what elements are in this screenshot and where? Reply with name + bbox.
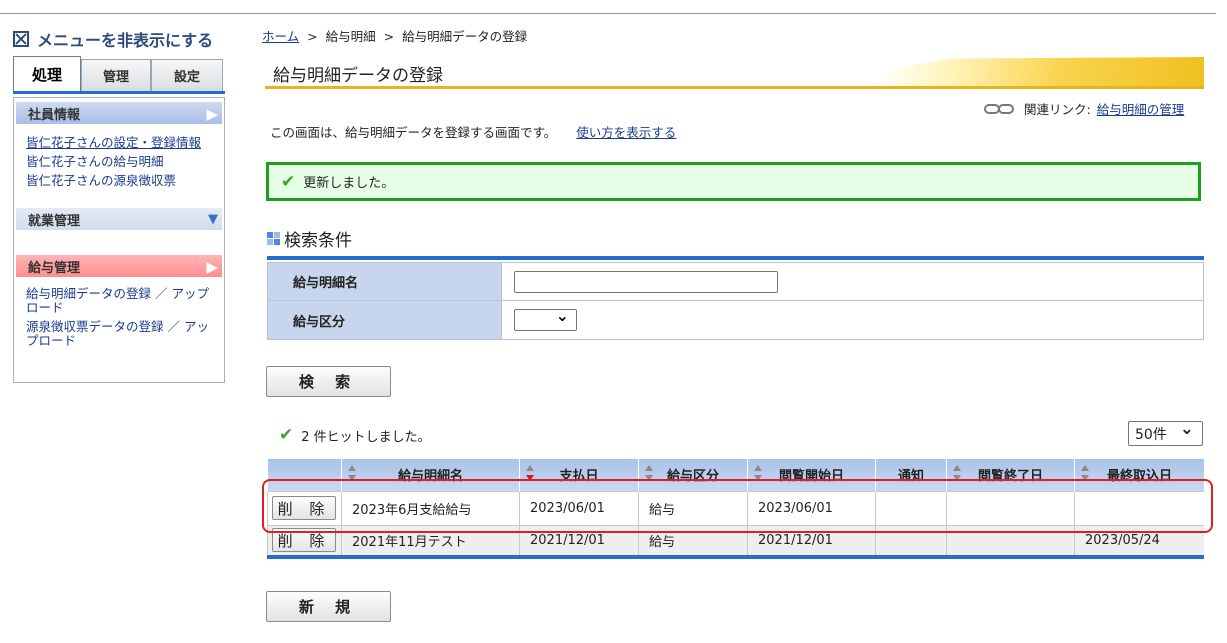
column-header-type[interactable]: 給与区分 (638, 459, 748, 491)
pay-type-label: 給与区分 (268, 301, 502, 339)
chevron-down-icon: ▼ (208, 212, 218, 227)
employee-links: 皆仁花子さんの設定・登録情報 皆仁花子さんの給与明細 皆仁花子さんの源泉徴収票 (26, 133, 201, 190)
success-message: ✔ 更新しました。 (266, 162, 1201, 201)
sidebar-link-withholding[interactable]: 皆仁花子さんの源泉徴収票 (26, 171, 201, 190)
hide-menu-toggle[interactable]: メニューを非表示にする (13, 27, 213, 51)
column-header-name[interactable]: 給与明細名 (341, 459, 520, 491)
delete-button[interactable]: 削 除 (272, 528, 336, 553)
delete-button[interactable]: 削 除 (272, 496, 336, 520)
checkmark-icon: ✔ (279, 425, 294, 445)
payslip-name-cell (502, 263, 1203, 300)
sidebar-panel: 社員情報 ▶ 皆仁花子さんの設定・登録情報 皆仁花子さんの給与明細 皆仁花子さん… (13, 97, 225, 383)
related-label: 関連リンク: (1024, 102, 1091, 117)
cell-view-start: 2021/12/01 (747, 524, 876, 555)
search-row-name: 給与明細名 (267, 262, 1204, 301)
sort-icon[interactable] (1081, 465, 1089, 483)
breadcrumb-payslip: 給与明細 (325, 29, 376, 44)
close-box-icon (13, 31, 29, 47)
cell-last-import: 2023/05/24 (1074, 524, 1204, 555)
show-usage-link[interactable]: 使い方を表示する (576, 125, 676, 140)
sidebar-link-withholding-upload[interactable]: 源泉徴収票データの登録 ／ アップロード (26, 320, 214, 348)
search-row-type: 給与区分 (267, 301, 1204, 340)
sort-icon[interactable] (754, 465, 762, 483)
sort-desc-icon[interactable] (526, 465, 534, 483)
search-button[interactable]: 検 索 (266, 366, 391, 397)
table-header-row: 給与明細名 支払日 給与区分 閲覧開始日 通知 閲覧終了日 最終取込日 (267, 459, 1204, 491)
success-message-text: 更新しました。 (303, 176, 395, 191)
cell-notice (875, 524, 947, 555)
table-row: 削 除 2023年6月支給給与 2023/06/01 給与 2023/06/01 (267, 490, 1204, 525)
sidebar-section-label: 就業管理 (28, 213, 81, 229)
column-header-action (267, 459, 342, 491)
search-section-title: 検索条件 (267, 226, 352, 251)
chevron-right-icon: ▶ (206, 258, 218, 276)
cell-name: 2021年11月テスト (341, 524, 520, 555)
sidebar-section-payroll-mgmt[interactable]: 給与管理 ▶ (16, 255, 222, 277)
results-table: 給与明細名 支払日 給与区分 閲覧開始日 通知 閲覧終了日 最終取込日 削 除 … (267, 459, 1204, 559)
tab-settings[interactable]: 設定 (151, 59, 223, 91)
title-decoration (844, 57, 1204, 86)
column-header-notice: 通知 (875, 459, 947, 491)
pay-type-select[interactable] (514, 306, 577, 331)
grid-icon (267, 232, 280, 245)
title-underline (265, 86, 1204, 89)
payslip-name-label: 給与明細名 (268, 263, 502, 300)
sidebar-tabs: 処理 管理 設定 (13, 56, 225, 94)
page-title-bar: 給与明細データの登録 (265, 57, 1204, 89)
new-button[interactable]: 新 規 (266, 591, 391, 622)
description-text: この画面は、給与明細データを登録する画面です。 (270, 125, 557, 140)
cell-type: 給与 (638, 524, 748, 555)
sort-icon[interactable] (645, 465, 653, 483)
sort-icon[interactable] (953, 465, 961, 483)
breadcrumb-home[interactable]: ホーム (262, 29, 299, 44)
sort-icon[interactable] (348, 465, 356, 483)
action-cell: 削 除 (267, 490, 342, 525)
related-links: 関連リンク: 給与明細の管理 (984, 99, 1184, 118)
sidebar-section-employee-info[interactable]: 社員情報 ▶ (16, 102, 222, 124)
breadcrumb-sep: > (307, 29, 318, 44)
table-row: 削 除 2021年11月テスト 2021/12/01 給与 2021/12/01… (267, 524, 1204, 555)
breadcrumb-current: 給与明細データの登録 (402, 29, 528, 44)
search-title-text: 検索条件 (284, 231, 352, 251)
tab-manage[interactable]: 管理 (81, 59, 151, 91)
page-description: この画面は、給与明細データを登録する画面です。 使い方を表示する (270, 122, 676, 141)
sidebar-link-payslip[interactable]: 皆仁花子さんの給与明細 (26, 152, 201, 171)
cell-view-end (946, 524, 1075, 555)
page-title: 給与明細データの登録 (273, 66, 443, 86)
sidebar-link-settings[interactable]: 皆仁花子さんの設定・登録情報 (26, 133, 201, 152)
action-cell: 削 除 (267, 524, 342, 555)
sidebar-section-work-mgmt[interactable]: 就業管理 ▼ (16, 208, 222, 230)
payroll-links: 給与明細データの登録 ／ アップロード 源泉徴収票データの登録 ／ アップロード (26, 287, 214, 353)
hit-count: ✔ 2 件ヒットしました。 (279, 425, 431, 445)
hide-menu-label: メニューを非表示にする (37, 31, 214, 50)
column-header-last-import[interactable]: 最終取込日 (1074, 459, 1204, 491)
cell-view-end (946, 490, 1075, 525)
pay-type-cell (502, 301, 1203, 339)
sidebar-link-payslip-upload[interactable]: 給与明細データの登録 ／ アップロード (26, 287, 214, 315)
cell-name: 2023年6月支給給与 (341, 490, 520, 525)
cell-pay-date: 2023/06/01 (519, 490, 639, 525)
column-header-pay-date[interactable]: 支払日 (519, 459, 639, 491)
sidebar-section-label: 社員情報 (28, 107, 81, 123)
cell-notice (875, 490, 947, 525)
cell-view-start: 2023/06/01 (747, 490, 876, 525)
search-form: 給与明細名 給与区分 (267, 256, 1204, 340)
hit-count-text: 2 件ヒットしました。 (301, 429, 431, 445)
sidebar-section-label: 給与管理 (28, 260, 81, 276)
tab-process[interactable]: 処理 (13, 56, 81, 91)
breadcrumb: ホーム > 給与明細 > 給与明細データの登録 (262, 26, 527, 45)
breadcrumb-sep: > (383, 29, 395, 44)
payslip-name-input[interactable] (514, 270, 778, 293)
cell-type: 給与 (638, 490, 748, 525)
link-chain-icon (984, 103, 1018, 114)
top-divider (0, 13, 1216, 14)
checkmark-icon: ✔ (281, 171, 296, 192)
cell-pay-date: 2021/12/01 (519, 524, 639, 555)
per-page-select[interactable]: 50件 (1128, 419, 1203, 446)
chevron-right-icon: ▶ (206, 105, 218, 123)
related-link-payslip-mgmt[interactable]: 給与明細の管理 (1097, 99, 1185, 118)
column-header-view-start[interactable]: 閲覧開始日 (747, 459, 876, 491)
cell-last-import (1074, 490, 1204, 525)
column-header-view-end[interactable]: 閲覧終了日 (946, 459, 1075, 491)
